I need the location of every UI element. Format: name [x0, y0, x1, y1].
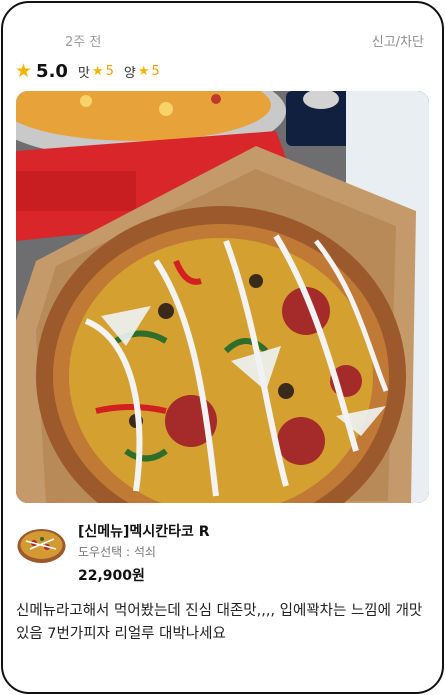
pizza-thumbnail-illustration: [16, 519, 67, 570]
ordered-menu[interactable]: [신메뉴]멕시칸타코 R 도우선택 : 석쇠 22,900원: [16, 517, 429, 587]
review-photo[interactable]: [16, 91, 429, 503]
overall-score: 5.0: [36, 60, 68, 82]
star-icon: ★: [91, 63, 104, 79]
quantity-score: 5: [151, 63, 160, 79]
menu-thumbnail: [16, 519, 67, 570]
report-block-button[interactable]: 신고/차단: [372, 31, 424, 50]
menu-price: 22,900원: [78, 568, 145, 584]
review-time: 2주 전: [65, 35, 102, 50]
menu-name: [신메뉴]멕시칸타코 R: [78, 524, 210, 540]
taste-label: 맛: [77, 65, 90, 81]
rating-row: ★ 5.0 맛 ★ 5 양 ★ 5: [15, 59, 170, 83]
menu-option: 도우선택 : 석쇠: [78, 545, 156, 559]
star-icon: ★: [15, 59, 33, 82]
pizza-photo-illustration: [16, 91, 429, 503]
review-card: 2주 전 신고/차단 ★ 5.0 맛 ★ 5 양 ★ 5 [신메뉴]멕시칸타코 …: [1, 1, 444, 694]
quantity-label: 양: [123, 65, 136, 81]
taste-score: 5: [105, 63, 114, 79]
star-icon: ★: [137, 63, 150, 79]
review-body: 신메뉴라고해서 먹어봤는데 진심 대존맛,,,, 입에꽉차는 느낌에 개맛있음 …: [16, 603, 423, 642]
review-header: 2주 전 신고/차단: [3, 31, 442, 51]
